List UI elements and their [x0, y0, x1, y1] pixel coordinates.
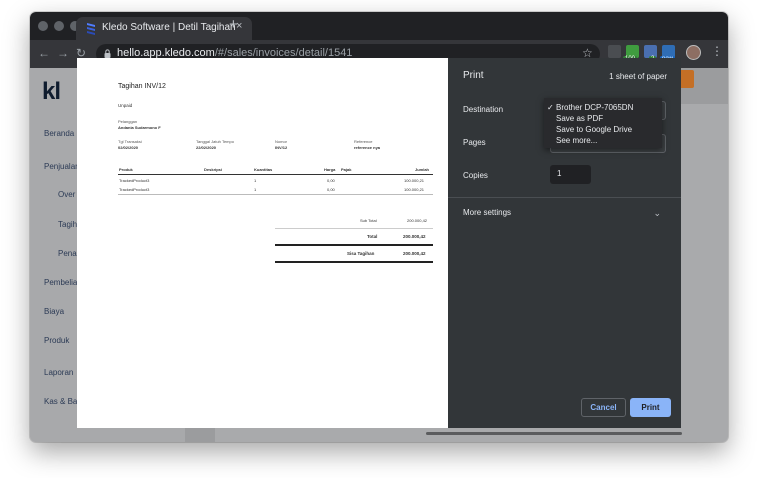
print-dialog-title: Print: [463, 70, 484, 81]
dropdown-option-google-drive[interactable]: Save to Google Drive: [544, 124, 662, 135]
browser-menu-icon[interactable]: ⋮: [711, 44, 723, 58]
invoice-title: Tagihan INV/12: [118, 83, 166, 90]
print-button[interactable]: Print: [630, 398, 671, 417]
sisa-label: Sisa Tagihan: [347, 251, 375, 256]
customer-name: Andania Sudarmono F: [118, 125, 161, 130]
sidebar-item-overview[interactable]: Over: [58, 190, 75, 199]
meta-value: reference nya: [354, 145, 381, 150]
back-arrow-icon[interactable]: ←: [38, 45, 50, 61]
totals-divider: [275, 228, 433, 229]
sidebar-item-biaya[interactable]: Biaya: [44, 307, 64, 316]
sidebar-item-pembelian[interactable]: Pembelia: [44, 278, 77, 287]
check-icon: ✓: [547, 103, 554, 112]
minimize-window-button[interactable]: [54, 21, 64, 31]
cell-qty: 1: [254, 178, 257, 183]
sidebar-item-kas-bank[interactable]: Kas & Ba: [44, 397, 77, 406]
cell-jumlah: 100.000,21: [404, 187, 425, 192]
print-preview-page: Tagihan INV/12 Unpaid Pelanggan Andania …: [77, 58, 449, 428]
destination-label: Destination: [463, 105, 504, 114]
option-label: Save to Google Drive: [556, 125, 633, 134]
meta-value: INV/12: [275, 145, 288, 150]
cell-harga: 0,00: [327, 178, 335, 183]
browser-window: Kledo Software | Detil Tagihan × + ← → ↻…: [30, 12, 728, 442]
totals-bottom-rule: [275, 261, 433, 263]
chevron-down-icon[interactable]: ⌄: [653, 208, 661, 219]
sidebar-item-laporan[interactable]: Laporan: [44, 368, 73, 377]
column-header: Jumlah: [415, 167, 430, 172]
cell-jumlah: 100.000,21: [404, 178, 425, 183]
profile-avatar[interactable]: [686, 45, 701, 60]
copies-label: Copies: [463, 171, 488, 180]
destination-dropdown: ✓ Brother DCP-7065DN Save as PDF Save to…: [544, 98, 662, 148]
app-logo: kl: [42, 78, 61, 105]
meta-label: Tanggal Jatuh Tempo: [196, 139, 234, 144]
sidebar-item-produk[interactable]: Produk: [44, 336, 69, 345]
cell-produk: TrackedProduct3: [119, 187, 150, 192]
dropdown-option-save-pdf[interactable]: Save as PDF: [544, 113, 662, 124]
table-divider: [118, 194, 433, 195]
total-value: 200.000,42: [403, 234, 426, 239]
tab-bar: Kledo Software | Detil Tagihan × +: [30, 12, 728, 40]
subtotal-label: Sub Total: [360, 218, 377, 223]
forward-arrow-icon[interactable]: →: [57, 45, 69, 61]
tab-title: Kledo Software | Detil Tagihan: [102, 22, 236, 33]
sidebar-item-penjualan[interactable]: Penjualan: [44, 162, 80, 171]
meta-label: Nomor: [275, 139, 288, 144]
copies-input[interactable]: 1: [550, 165, 591, 184]
sidebar-item-penawaran[interactable]: Pena: [58, 249, 77, 258]
sidebar-item-beranda[interactable]: Beranda: [44, 129, 74, 138]
meta-label: Reference: [354, 139, 373, 144]
panel-divider: [448, 197, 681, 198]
column-header: Deskripsi: [204, 167, 223, 172]
customer-label: Pelanggan: [118, 119, 138, 124]
option-label: Brother DCP-7065DN: [556, 103, 634, 112]
sidebar-item-tagihan[interactable]: Tagih: [58, 220, 77, 229]
dropdown-option-brother[interactable]: ✓ Brother DCP-7065DN: [544, 102, 662, 113]
meta-value: 22/02/2020: [196, 145, 217, 150]
cell-harga: 0,00: [327, 187, 335, 192]
browser-tab[interactable]: Kledo Software | Detil Tagihan ×: [76, 17, 252, 40]
meta-label: Tgl Transaksi: [118, 139, 142, 144]
dropdown-option-see-more[interactable]: See more...: [544, 135, 662, 146]
cancel-button[interactable]: Cancel: [581, 398, 626, 417]
more-settings-toggle[interactable]: More settings: [463, 208, 511, 217]
kledo-favicon-icon: [87, 23, 95, 35]
new-tab-button[interactable]: +: [229, 16, 238, 34]
option-label: See more...: [556, 136, 598, 145]
copies-value: 1: [557, 169, 562, 178]
totals-rule: [275, 244, 433, 246]
column-header: Harga: [324, 167, 336, 172]
horizontal-scrollbar[interactable]: [426, 432, 682, 435]
option-label: Save as PDF: [556, 114, 604, 123]
extension-icon[interactable]: [608, 45, 621, 58]
total-label: Total: [367, 234, 378, 239]
pages-label: Pages: [463, 138, 486, 147]
close-window-button[interactable]: [38, 21, 48, 31]
table-header-rule: [118, 174, 433, 175]
cell-produk: TrackedProduct3: [119, 178, 150, 183]
column-header: Pajak: [341, 167, 352, 172]
cell-qty: 1: [254, 187, 257, 192]
column-header: Kuantitas: [254, 167, 273, 172]
lock-icon: [104, 49, 111, 58]
sisa-value: 200.000,42: [403, 251, 426, 256]
column-header: Produk: [119, 167, 133, 172]
meta-value: 02/02/2020: [118, 145, 139, 150]
invoice-status: Unpaid: [118, 103, 133, 108]
sheet-count: 1 sheet of paper: [609, 72, 667, 81]
subtotal-value: 200.000,42: [407, 218, 428, 223]
